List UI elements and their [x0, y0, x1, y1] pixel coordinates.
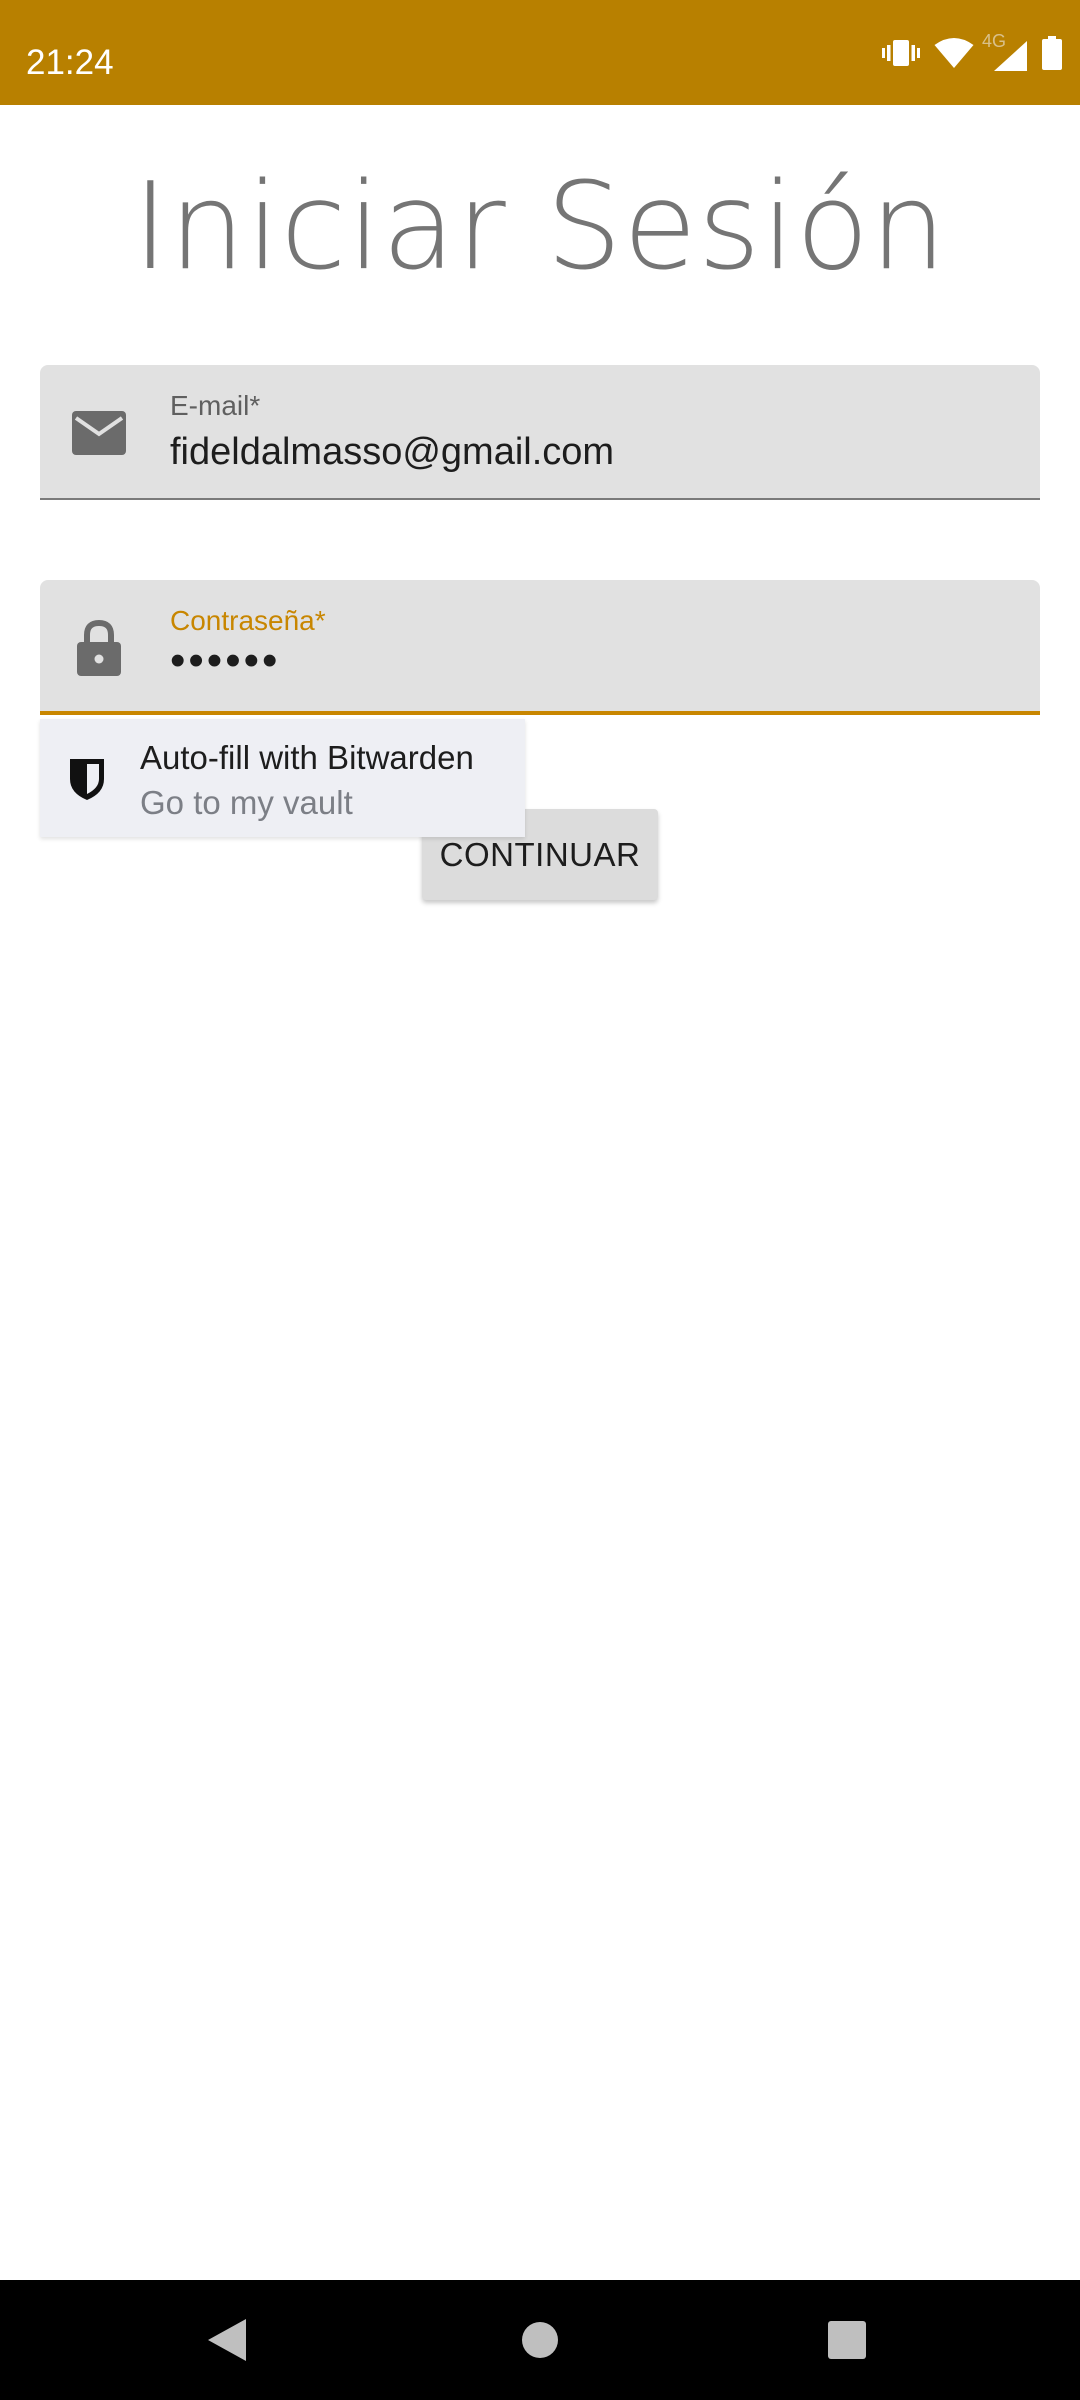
- home-icon[interactable]: [480, 2280, 600, 2400]
- wifi-icon: [934, 37, 974, 69]
- recents-icon[interactable]: [787, 2280, 907, 2400]
- email-field[interactable]: E-mail* fideldalmasso@gmail.com: [40, 365, 1040, 500]
- autofill-title: Auto-fill with Bitwarden: [140, 739, 474, 776]
- autofill-subtitle: Go to my vault: [140, 784, 353, 821]
- back-icon[interactable]: [168, 2280, 288, 2400]
- mail-icon: [68, 365, 130, 500]
- page-title: Iniciar Sesión: [132, 158, 948, 297]
- password-field[interactable]: Contraseña* ••••••: [40, 580, 1040, 715]
- status-bar: 21:24 4G: [0, 0, 1080, 105]
- password-value[interactable]: ••••••: [170, 636, 280, 686]
- lock-icon: [68, 580, 130, 715]
- status-icons: 4G: [882, 0, 1062, 105]
- battery-icon: [1042, 35, 1062, 70]
- email-value[interactable]: fideldalmasso@gmail.com: [170, 431, 614, 474]
- autofill-suggestion[interactable]: Auto-fill with Bitwarden Go to my vault: [40, 719, 525, 837]
- vibrate-icon: [882, 38, 920, 68]
- cellular-signal-icon: 4G: [982, 31, 1028, 71]
- email-label: E-mail*: [170, 390, 261, 421]
- navigation-bar: [0, 2280, 1080, 2400]
- password-label: Contraseña*: [170, 605, 326, 636]
- bitwarden-shield-icon: [68, 757, 106, 806]
- status-time: 21:24: [26, 43, 114, 82]
